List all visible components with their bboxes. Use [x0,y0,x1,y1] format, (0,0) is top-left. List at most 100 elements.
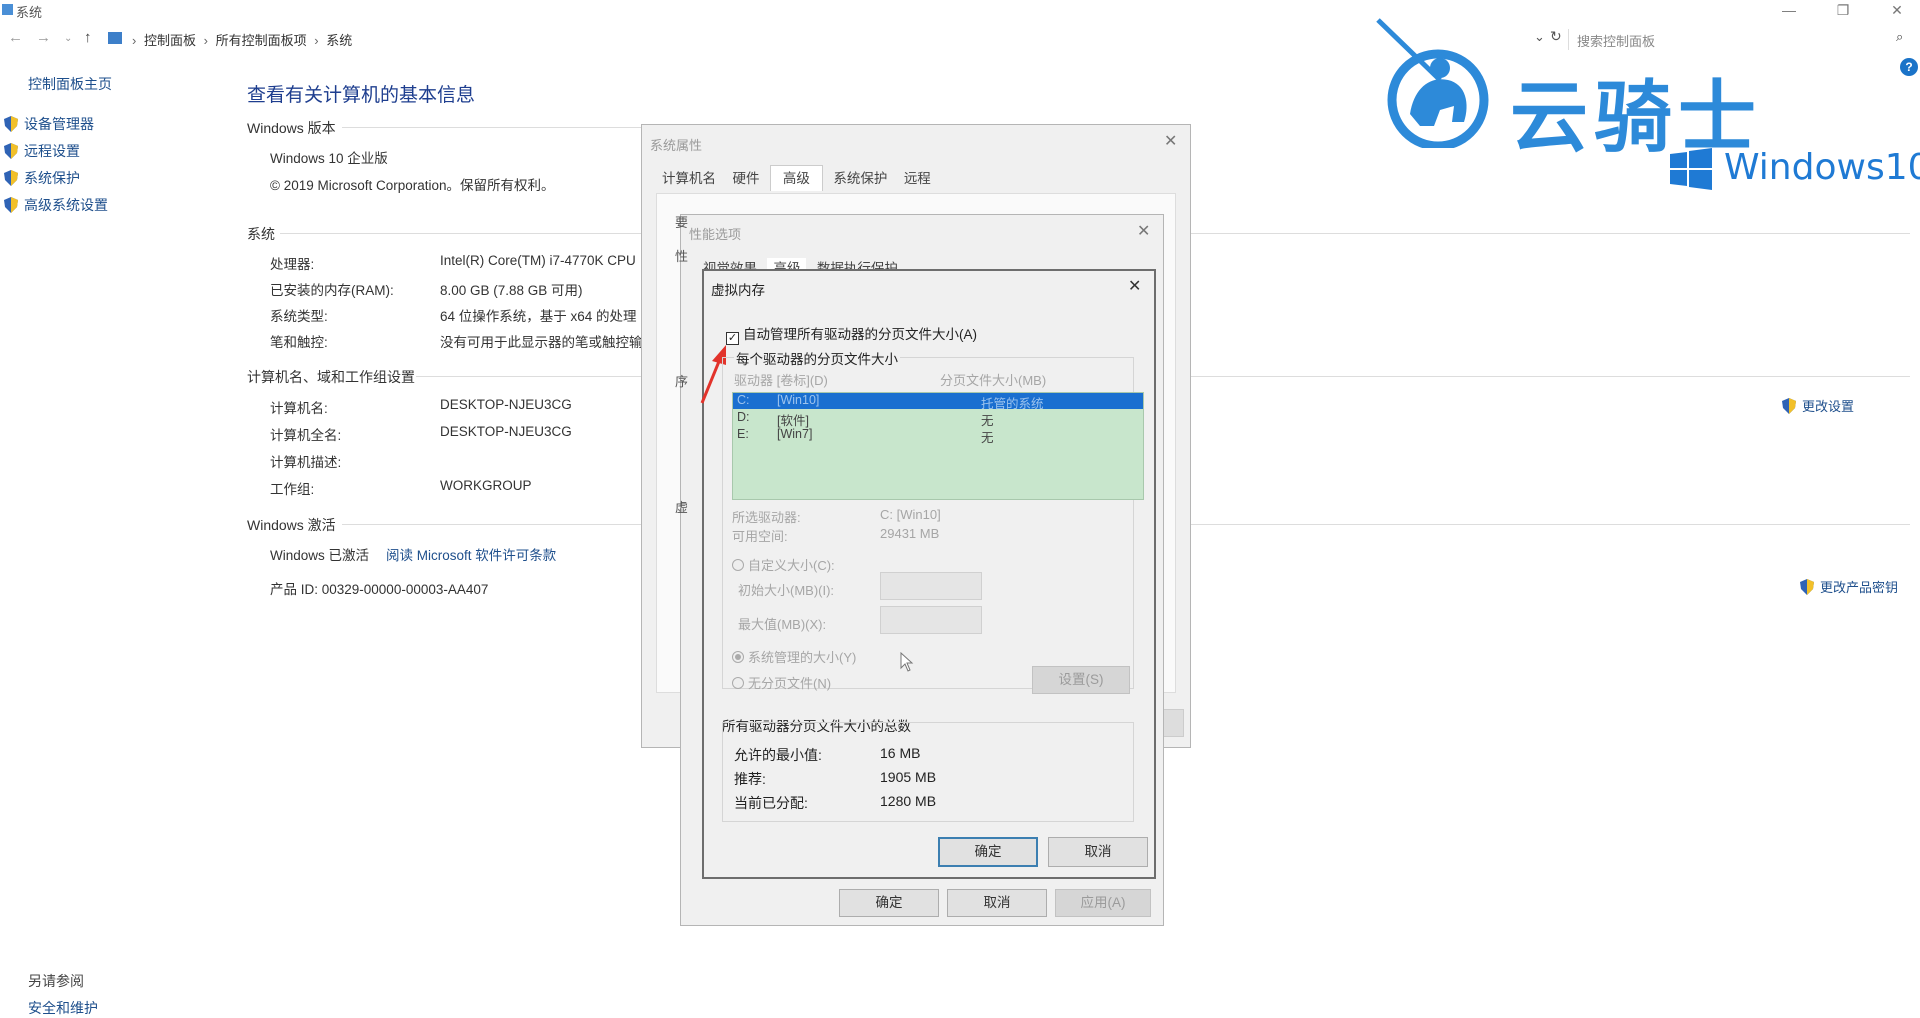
currently-allocated-value: 1280 MB [880,793,937,809]
drive-letter: C: [737,393,750,407]
search-input[interactable]: 搜索控制面板 [1568,29,1898,50]
apply-button-edge[interactable] [1162,709,1184,737]
sidebar-item-remote-settings[interactable]: 远程设置 [4,141,80,161]
column-size: 分页文件大小(MB) [940,373,1047,388]
windows-logo-icon [1670,148,1712,190]
free-space-label: 可用空间: [732,529,788,544]
window-title: 系统 [16,5,43,20]
pen-touch-label: 笔和触控: [270,335,328,350]
computer-name-label: 计算机名: [270,401,328,416]
description-label: 计算机描述: [270,455,342,470]
min-allowed-label: 允许的最小值: [734,747,822,763]
initial-size-input[interactable] [880,572,982,600]
change-settings-link[interactable]: 更改设置 [1782,396,1854,415]
shield-icon [1782,398,1796,414]
list-item[interactable]: E: [Win7] 无 [733,427,1143,445]
crumb-system[interactable]: 系统 [326,33,352,48]
auto-manage-checkbox[interactable]: ✓ 自动管理所有驱动器的分页文件大小(A) [726,323,977,345]
vm-cancel-button[interactable]: 取消 [1048,837,1148,867]
tab-hardware[interactable]: 硬件 [726,168,765,189]
license-terms-link[interactable]: 阅读 Microsoft 软件许可条款 [386,544,556,564]
knight-logo-icon [1370,18,1500,151]
perf-apply-button[interactable]: 应用(A) [1055,889,1151,917]
dialog-title: 虚拟内存 [711,283,765,298]
sidebar-item-label: 设备管理器 [24,116,94,132]
section-divider [1190,376,1910,377]
tab-strip: 计算机名 硬件 高级 系统保护 远程 [656,165,937,191]
recent-dropdown-icon[interactable]: ⌄ [64,33,72,44]
custom-size-label: 自定义大小(C): [748,558,835,573]
no-paging-radio[interactable]: 无分页文件(N) [732,673,831,692]
drive-label: [Win7] [777,427,813,441]
address-bar: ← → ⌄ ↑ › 控制面板 › 所有控制面板项 › 系统 ⌄ ↻ 搜索控制面板… [0,26,1920,52]
recommended-label: 推荐: [734,771,766,787]
sidebar-home-link[interactable]: 控制面板主页 [28,74,112,94]
sidebar-item-system-protection[interactable]: 系统保护 [4,168,80,188]
tab-system-protection[interactable]: 系统保护 [827,168,893,189]
search-icon[interactable]: ⌕ [1896,29,1903,45]
side-char: 要 [675,215,689,230]
forward-arrow-icon[interactable]: → [36,29,51,46]
tab-computer-name[interactable]: 计算机名 [656,168,722,189]
section-divider [342,127,642,128]
security-maintenance-link[interactable]: 安全和维护 [28,998,98,1018]
section-divider [1190,524,1910,525]
section-divider [416,376,642,377]
tab-advanced[interactable]: 高级 [769,165,823,191]
drive-list[interactable]: C: [Win10] 托管的系统 D: [软件] 无 E: [Win7] 无 [732,392,1144,500]
edition-section-heading: Windows 版本 [247,120,336,136]
crumb-control-panel[interactable]: 控制面板 [144,33,196,48]
close-icon[interactable]: ✕ [1128,276,1141,296]
section-divider [280,233,642,234]
drive-letter: E: [737,427,749,441]
processor-value: Intel(R) Core(TM) i7-4770K CPU [440,253,636,268]
close-window-button[interactable]: ✕ [1874,0,1920,22]
sidebar-item-advanced-settings[interactable]: 高级系统设置 [4,195,108,215]
sidebar-item-label: 高级系统设置 [24,197,108,213]
mouse-cursor-icon [900,651,914,672]
max-size-input[interactable] [880,606,982,634]
set-button[interactable]: 设置(S) [1032,666,1130,694]
free-space-value: 29431 MB [880,526,940,541]
control-panel-icon [108,32,122,44]
close-icon[interactable]: ✕ [1137,221,1150,241]
dialog-title: 系统属性 [650,138,703,153]
shield-icon [4,170,18,186]
section-divider [1190,233,1910,234]
crumb-all-items[interactable]: 所有控制面板项 [216,33,307,48]
address-dropdown-icon[interactable]: ⌄ [1534,29,1545,45]
change-key-label: 更改产品密钥 [1820,580,1899,595]
vm-ok-button[interactable]: 确定 [938,837,1038,867]
system-managed-radio[interactable]: 系统管理的大小(Y) [732,647,856,666]
change-product-key-link[interactable]: 更改产品密钥 [1800,577,1898,596]
close-icon[interactable]: ✕ [1164,131,1177,151]
up-arrow-icon[interactable]: ↑ [84,29,92,46]
column-drive: 驱动器 [卷标](D) [734,373,828,388]
minimize-button[interactable]: — [1766,0,1812,22]
radio-icon [732,677,744,689]
max-size-label: 最大值(MB)(X): [738,617,827,632]
drive-label: [Win10] [777,393,820,407]
no-paging-label: 无分页文件(N) [748,676,832,691]
initial-size-label: 初始大小(MB)(I): [738,583,835,598]
shield-icon [1800,579,1814,595]
recommended-value: 1905 MB [880,769,937,785]
sidebar-item-device-manager[interactable]: 设备管理器 [4,114,94,134]
perf-cancel-button[interactable]: 取消 [947,889,1047,917]
list-item[interactable]: C: [Win10] 托管的系统 [733,393,1143,411]
maximize-button[interactable]: ❐ [1820,0,1866,22]
breadcrumb[interactable]: › 控制面板 › 所有控制面板项 › 系统 [132,30,356,49]
back-arrow-icon[interactable]: ← [8,29,23,46]
copyright-text: © 2019 Microsoft Corporation。保留所有权利。 [270,178,555,193]
perf-ok-button[interactable]: 确定 [839,889,939,917]
change-settings-label: 更改设置 [1802,399,1855,414]
ram-label: 已安装的内存(RAM): [270,283,394,298]
help-icon[interactable]: ? [1900,58,1918,76]
list-item[interactable]: D: [软件] 无 [733,410,1143,428]
watermark-windows10: Windows10 [1724,147,1920,188]
refresh-icon[interactable]: ↻ [1550,28,1562,45]
full-name-value: DESKTOP-NJEU3CG [440,424,572,439]
custom-size-radio[interactable]: 自定义大小(C): [732,555,835,574]
computer-section-heading: 计算机名、域和工作组设置 [247,369,415,385]
tab-remote[interactable]: 远程 [898,168,937,189]
